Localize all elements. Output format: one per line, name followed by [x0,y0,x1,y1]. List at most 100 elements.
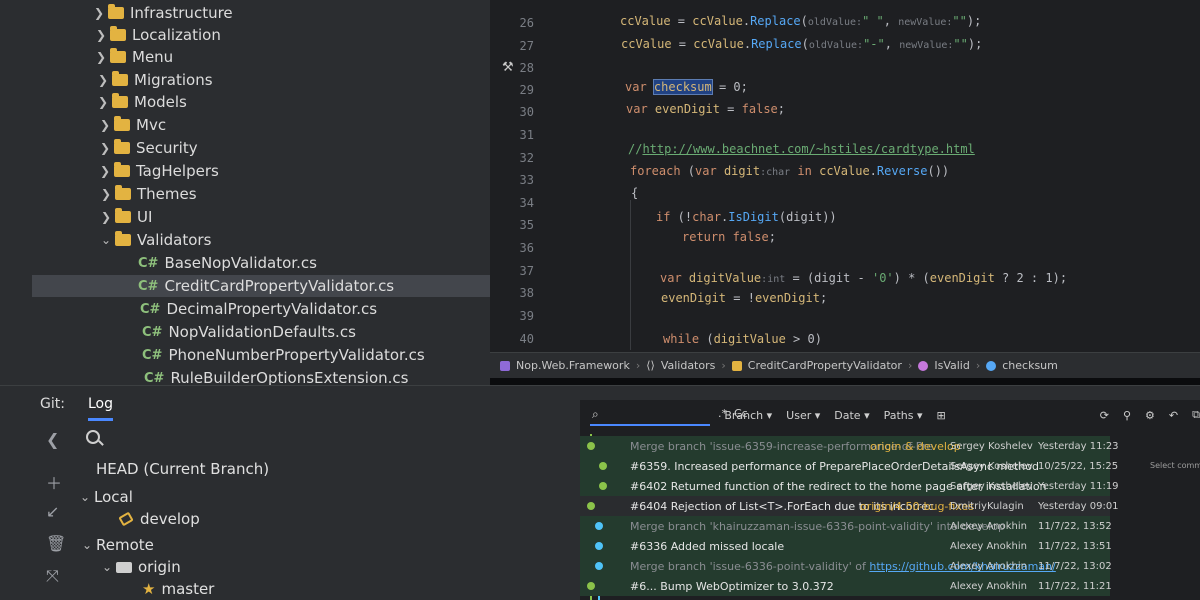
chevron-down-icon[interactable]: ⌄ [76,490,94,504]
filter-branch[interactable]: Branch ▾ [724,409,772,422]
filter-paths[interactable]: Paths ▾ [884,409,923,422]
chevron-right-icon[interactable]: ❯ [94,73,112,87]
filter-user[interactable]: User ▾ [786,409,820,422]
code-line-34: if (!char.IsDigit(digit)) [656,210,837,224]
folder-icon [115,208,131,223]
line-gutter: 26 27 28 29 30 31 32 33 34 35 36 37 38 3… [490,0,550,352]
chevron-right-icon[interactable]: ❯ [92,50,110,64]
filter-date[interactable]: Date ▾ [834,409,869,422]
undo-icon[interactable]: ↶ [1169,409,1178,422]
commit-row[interactable]: #6359. Increased performance of PrepareP… [580,456,1118,476]
commit-row[interactable]: #6402 Returned function of the redirect … [580,476,1119,496]
cherry-pick-icon[interactable]: ⚲ [1123,409,1131,422]
commit-row[interactable]: #6404 Rejection of List<T>.ForEach due t… [580,496,1119,516]
tree-item-label: Validators [137,231,212,249]
code-line-40: while (digitValue > 0) [663,332,822,346]
line-number: 29 [519,83,534,97]
tree-item-label: DecimalPropertyValidator.cs [166,300,378,318]
chevron-right-icon[interactable]: ❯ [94,95,112,109]
tree-folder-menu[interactable]: ❯ Menu [92,46,173,68]
remote-origin[interactable]: ⌄ origin [98,558,181,576]
tree-folder-validators[interactable]: ⌄ Validators [97,229,211,251]
folder-icon [114,116,130,131]
branch-group-local[interactable]: ⌄ Local [76,488,133,506]
new-tab-icon[interactable]: ⊞ [937,409,946,422]
merge-icon[interactable]: ⤧ [46,566,59,586]
tab-log[interactable]: Log [88,396,114,421]
collapse-icon[interactable]: ❮ [46,430,59,449]
chevron-down-icon[interactable]: ⌄ [78,538,96,552]
breadcrumb-separator: › [721,359,726,372]
branch-develop[interactable]: develop [118,510,200,528]
tree-folder-infrastructure[interactable]: ❯ Infrastructure [90,2,233,24]
csharp-file-icon: C# [140,301,161,317]
branch-head[interactable]: HEAD (Current Branch) [96,460,269,478]
chevron-down-icon[interactable]: ⌄ [98,560,116,574]
chevron-right-icon[interactable]: ❯ [97,210,115,224]
breadcrumb-item[interactable]: Validators [661,359,716,372]
chevron-right-icon[interactable]: ❯ [97,187,115,201]
commit-dot [599,462,607,470]
code-line-31: //http://www.beachnet.com/~hstiles/cardt… [628,142,975,156]
tree-file-rulebuilderoptionsextension[interactable]: C# RuleBuilderOptionsExtension.cs [144,367,408,385]
tree-file-basenopvalidator[interactable]: C# BaseNopValidator.cs [138,252,317,274]
tree-folder-ui[interactable]: ❯ UI [97,206,152,228]
csharp-file-icon: C# [142,324,163,340]
tree-item-label: NopValidationDefaults.cs [168,323,356,341]
line-number: 27 [519,39,534,53]
breadcrumb-item[interactable]: checksum [1002,359,1058,372]
commit-dot [587,442,595,450]
match-case-toggle[interactable]: Cc [734,407,748,420]
breadcrumb-item[interactable]: Nop.Web.Framework [516,359,630,372]
tree-file-nopvalidationdefaults[interactable]: C# NopValidationDefaults.cs [142,321,356,343]
chevron-down-icon[interactable]: ⌄ [97,233,115,247]
line-number: 26 [519,16,534,30]
chevron-right-icon[interactable]: ❯ [96,118,114,132]
expand-icon[interactable]: ⧉ [1192,408,1200,422]
hammer-icon[interactable]: ⚒ [502,60,514,75]
branch-master[interactable]: ★ master [142,580,214,598]
csharp-file-icon: C# [144,370,165,386]
tree-folder-security[interactable]: ❯ Security [96,137,198,159]
tree-file-phonenumberpropertyvalidator[interactable]: C# PhoneNumberPropertyValidator.cs [142,344,425,366]
tree-folder-localization[interactable]: ❯ Localization [92,24,221,46]
trash-icon[interactable]: 🗑 [46,534,66,553]
chevron-right-icon[interactable]: ❯ [96,164,114,178]
breadcrumb-item[interactable]: IsValid [934,359,969,372]
comment-link[interactable]: http://www.beachnet.com/~hstiles/cardtyp… [642,142,974,156]
breadcrumb: Nop.Web.Framework › ⟨⟩ Validators › Cred… [490,352,1200,378]
folder-icon [115,231,131,246]
commit-row[interactable]: Merge branch 'issue-6336-point-validity'… [580,556,1112,576]
commit-row[interactable]: #6336 Added missed locale Alexey Anokhin… [580,536,1112,556]
line-number: 33 [519,173,534,187]
add-icon[interactable]: ＋ [46,470,62,494]
commit-row[interactable]: Merge branch 'issue-6359-increase-perfor… [580,436,1119,456]
commit-row[interactable]: #6... Bump WebOptimizer to 3.0.372 Alexe… [580,576,1112,596]
tree-folder-mvc[interactable]: ❯ Mvc [96,114,166,136]
refresh-icon[interactable]: ⟳ [1100,409,1109,422]
code-editor[interactable]: 26 27 28 29 30 31 32 33 34 35 36 37 38 3… [490,0,1200,352]
regex-toggle[interactable]: .* [718,407,727,420]
branch-group-remote[interactable]: ⌄ Remote [78,536,154,554]
tree-folder-models[interactable]: ❯ Models [94,91,187,113]
tree-file-creditcardpropertyvalidator[interactable]: C# CreditCardPropertyValidator.cs [32,275,490,297]
chevron-right-icon[interactable]: ❯ [96,141,114,155]
breadcrumb-item[interactable]: CreditCardPropertyValidator [748,359,902,372]
tree-file-decimalpropertyvalidator[interactable]: C# DecimalPropertyValidator.cs [140,298,377,320]
chevron-right-icon[interactable]: ❯ [92,28,110,42]
code-line-26: ccValue = ccValue.Replace(oldValue:" ", … [620,14,982,28]
search-icon[interactable] [86,430,100,444]
line-number: 34 [519,196,534,210]
arrow-down-left-icon[interactable]: ↙ [46,502,59,521]
tree-folder-migrations[interactable]: ❯ Migrations [94,69,213,91]
chevron-right-icon[interactable]: ❯ [90,6,108,20]
tree-item-label: RuleBuilderOptionsExtension.cs [170,369,409,385]
log-search-input[interactable]: ⌕ .* Cc [590,404,748,426]
tree-folder-themes[interactable]: ❯ Themes [97,183,197,205]
line-number: 31 [519,128,534,142]
commit-row[interactable]: Merge branch 'khairuzzaman-issue-6336-po… [580,516,1112,536]
folder-icon [108,4,124,19]
indent-guide [630,200,631,350]
tree-folder-taghelpers[interactable]: ❯ TagHelpers [96,160,219,182]
settings-icon[interactable]: ⚙ [1145,409,1155,422]
